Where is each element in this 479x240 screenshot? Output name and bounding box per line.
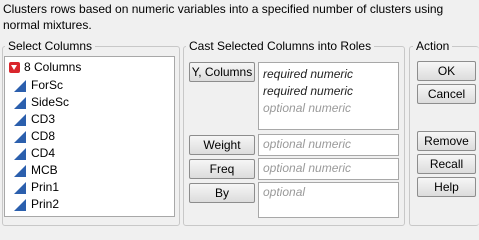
continuous-column-icon [14,181,26,194]
role-requirement: optional numeric [263,137,352,151]
recall-button[interactable]: Recall [417,154,476,174]
ok-button[interactable]: OK [417,61,476,81]
column-item-label: CD3 [31,112,56,126]
column-item-label: CD4 [31,146,56,160]
role-requirement: optional numeric [263,161,352,175]
column-item-label: MCB [31,163,58,177]
role-requirement: required numeric [263,67,354,81]
cancel-button[interactable]: Cancel [417,84,476,104]
column-item-cd4[interactable]: CD4 [14,145,55,162]
column-item-label: SideSc [31,95,70,109]
column-item-mcb[interactable]: MCB [14,162,58,179]
continuous-column-icon [14,147,26,160]
weight-button[interactable]: Weight [189,135,255,155]
cast-roles-title: Cast Selected Columns into Roles [186,39,375,53]
column-item-prin2[interactable]: Prin2 [14,196,59,213]
column-item-label: Prin1 [31,180,60,194]
columns-list[interactable]: 8 Columns ForSc SideSc CD3 CD8 CD4 MCB P… [4,56,175,217]
y-columns-button[interactable]: Y, Columns [189,62,255,82]
continuous-column-icon [14,164,26,177]
columns-count: 8 Columns [24,60,82,74]
columns-header[interactable]: 8 Columns [9,60,81,74]
by-role-box[interactable]: optional [258,182,399,218]
role-requirement: required numeric [263,84,354,98]
disclosure-menu-icon[interactable] [9,61,20,73]
column-item-forsc[interactable]: ForSc [14,77,63,94]
y-columns-role-box[interactable]: required numeric required numeric option… [258,62,399,130]
column-item-sidesc[interactable]: SideSc [14,94,69,111]
role-requirement: optional numeric [263,101,352,115]
column-item-cd8[interactable]: CD8 [14,128,55,145]
help-button[interactable]: Help [417,177,476,197]
continuous-column-icon [14,130,26,143]
column-item-label: Prin2 [31,197,60,211]
continuous-column-icon [14,79,26,92]
freq-role-box[interactable]: optional numeric [258,158,399,180]
column-item-label: CD8 [31,129,56,143]
column-item-label: ForSc [31,78,64,92]
continuous-column-icon [14,96,26,109]
continuous-column-icon [14,198,26,211]
select-columns-title: Select Columns [5,39,96,53]
action-title: Action [413,39,453,53]
by-button[interactable]: By [189,183,255,203]
remove-button[interactable]: Remove [417,131,476,151]
freq-button[interactable]: Freq [189,159,255,179]
column-item-prin1[interactable]: Prin1 [14,179,59,196]
weight-role-box[interactable]: optional numeric [258,134,399,156]
platform-description: Clusters rows based on numeric variables… [3,2,444,32]
column-item-cd3[interactable]: CD3 [14,111,55,128]
continuous-column-icon [14,113,26,126]
role-requirement: optional [263,185,306,199]
